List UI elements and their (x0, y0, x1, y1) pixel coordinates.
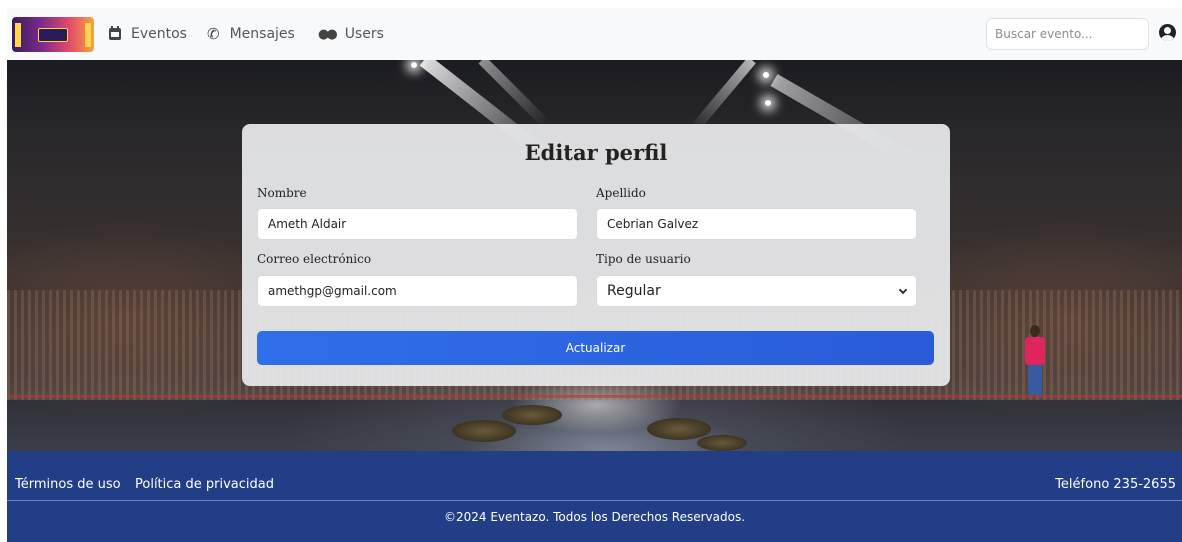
actualizar-button[interactable]: Actualizar (257, 331, 934, 365)
footer: Términos de uso Política de privacidad T… (7, 451, 1182, 542)
footer-divider (7, 500, 1182, 501)
search-input[interactable] (986, 18, 1149, 50)
navbar: Eventos ✆ Mensajes ●● Users (7, 8, 1182, 60)
ticket-stub-left (15, 23, 21, 47)
performer-head (1030, 325, 1040, 337)
calendar-check-icon (109, 26, 121, 40)
nav-item-mensajes[interactable]: ✆ Mensajes (207, 8, 295, 60)
email-label: Correo electrónico (257, 252, 372, 266)
nav-item-users[interactable]: ●● Users (318, 8, 384, 60)
chevron-down-icon (898, 285, 908, 294)
nav-item-label: Users (344, 26, 384, 42)
ticket-stub-right (85, 23, 91, 47)
performer (1022, 325, 1048, 395)
stage-light (411, 62, 417, 68)
ticket-icon (38, 27, 68, 42)
drum (452, 420, 516, 442)
performer-shirt (1025, 337, 1045, 365)
light-beam (690, 60, 756, 133)
edit-profile-card: Editar perfil Nombre Apellido Correo ele… (242, 124, 950, 386)
phone-icon: ✆ (207, 25, 220, 43)
nombre-label: Nombre (257, 186, 307, 200)
apellido-label: Apellido (596, 186, 646, 200)
user-circle-icon[interactable] (1159, 24, 1176, 41)
privacy-link[interactable]: Política de privacidad (135, 477, 274, 492)
stage-light (763, 72, 769, 78)
stage-edge (7, 395, 1182, 398)
email-field[interactable] (257, 275, 578, 307)
users-icon: ●● (318, 26, 338, 42)
stage-light (765, 100, 771, 106)
drum (647, 418, 711, 440)
nombre-field[interactable] (257, 208, 578, 240)
drum (502, 405, 562, 425)
tipo-usuario-value: Regular (607, 283, 661, 299)
phone-text: Teléfono 235-2655 (1055, 477, 1176, 492)
terms-link[interactable]: Términos de uso (15, 477, 121, 492)
page-title: Editar perfil (524, 140, 668, 165)
nav-item-label: Mensajes (229, 26, 295, 42)
tipo-usuario-select[interactable]: Regular (596, 275, 917, 307)
nav-item-label: Eventos (131, 26, 187, 42)
eventazo-logo[interactable] (12, 17, 94, 52)
drum (697, 435, 747, 451)
apellido-field[interactable] (596, 208, 917, 240)
performer-legs (1028, 365, 1042, 395)
copyright: ©2024 Eventazo. Todos los Derechos Reser… (443, 510, 746, 524)
nav-item-eventos[interactable]: Eventos (109, 8, 187, 60)
tipo-usuario-label: Tipo de usuario (596, 252, 691, 266)
